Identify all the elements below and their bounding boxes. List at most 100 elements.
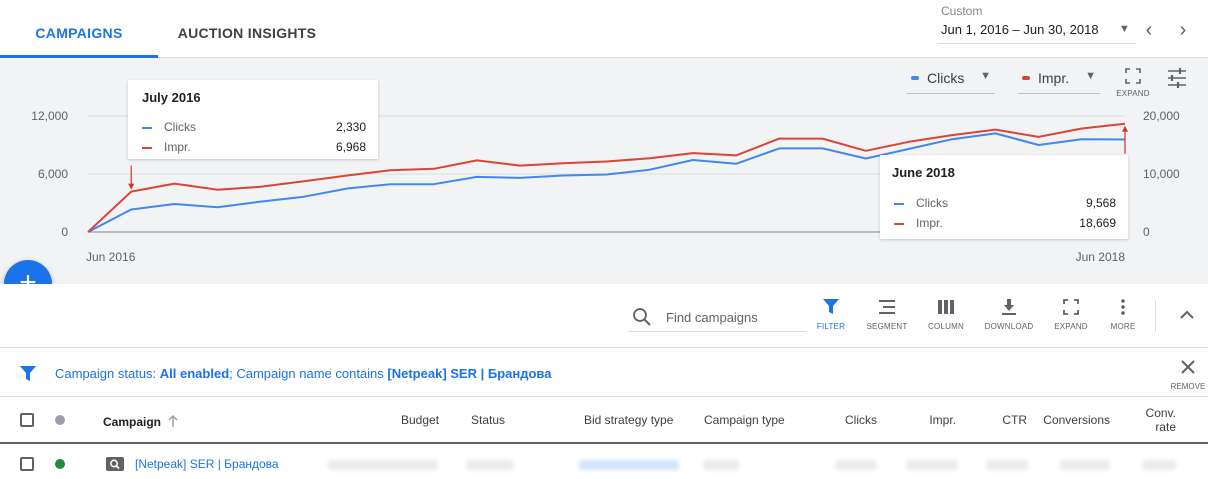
header-impr[interactable]: Impr.: [910, 413, 956, 427]
budget-cell-redacted: [328, 460, 438, 470]
segment-button[interactable]: SEGMENT: [862, 298, 912, 331]
more-button[interactable]: MORE: [1098, 298, 1148, 331]
expand-label: EXPAND: [1054, 322, 1088, 331]
search-campaign-icon: [106, 457, 124, 471]
more-vert-icon: [1121, 299, 1125, 315]
remove-label: REMOVE: [1170, 382, 1206, 391]
tooltip-metric-value: 18,669: [1079, 216, 1116, 230]
collapse-chevron-up-icon[interactable]: [1180, 310, 1194, 320]
close-icon: [1181, 360, 1195, 374]
expand-icon: [1063, 299, 1079, 315]
tooltip-title: June 2018: [892, 165, 955, 180]
tab-campaigns[interactable]: CAMPAIGNS: [0, 0, 158, 58]
x-tick-label: Jun 2018: [1076, 250, 1126, 264]
tab-auction-insights[interactable]: AUCTION INSIGHTS: [158, 0, 336, 57]
filter-status-value: All enabled: [159, 366, 230, 381]
tooltip-metric-value: 6,968: [335, 140, 366, 154]
impr-swatch: [894, 223, 904, 225]
pointer-arrow-icon: [128, 183, 135, 190]
y-left-tick-label: 6,000: [38, 167, 68, 181]
campaign-name-link[interactable]: [Netpeak] SER | Брандова: [135, 457, 279, 471]
ctr-cell-redacted: [986, 460, 1028, 470]
pointer-arrow-icon: [1122, 125, 1128, 132]
filter-button[interactable]: FILTER: [806, 298, 856, 331]
status-header-dot: [55, 415, 65, 425]
header-bid-strategy[interactable]: Bid strategy type: [584, 413, 673, 427]
tooltip-last-point: June 2018 Clicks 9,568 Impr. 18,669: [880, 155, 1128, 239]
header-conv-rate-line1: Conv.: [1145, 406, 1176, 420]
y-left-tick-label: 12,000: [31, 109, 68, 123]
tooltip-metric-value: 9,568: [1085, 196, 1116, 210]
toolbar-divider: [1155, 300, 1156, 332]
bid-strategy-cell-redacted: [579, 460, 679, 470]
status-cell-redacted: [466, 460, 514, 470]
tooltip-row-impr: Impr. 18,669: [894, 216, 1116, 232]
tooltip-metric-name: Clicks: [916, 196, 948, 210]
more-label: MORE: [1110, 322, 1136, 331]
header-conv-rate[interactable]: Conv. rate: [1130, 406, 1176, 434]
filter-prefix: Campaign status:: [55, 366, 160, 381]
row-checkbox[interactable]: [20, 457, 34, 471]
impr-swatch: [142, 147, 152, 149]
header-status[interactable]: Status: [471, 413, 505, 427]
header-budget[interactable]: Budget: [401, 413, 439, 427]
campaign-type-cell-redacted: [703, 460, 739, 470]
filter-description[interactable]: Campaign status: All enabled; Campaign n…: [55, 366, 551, 381]
header-conversions[interactable]: Conversions: [1036, 413, 1110, 427]
status-enabled-dot[interactable]: [55, 459, 65, 469]
conversions-cell-redacted: [1060, 460, 1110, 470]
tooltip-row-clicks: Clicks 2,330: [142, 120, 366, 136]
date-range-value: Jun 1, 2016 – Jun 30, 2018: [941, 22, 1099, 37]
impr-cell-redacted: [906, 460, 958, 470]
conv-rate-cell-redacted: [1142, 460, 1176, 470]
filter-middle: ; Campaign name contains: [229, 366, 388, 381]
campaign-search: [628, 302, 806, 332]
active-filter-bar: Campaign status: All enabled; Campaign n…: [0, 349, 1208, 397]
header-campaign-type[interactable]: Campaign type: [704, 413, 785, 427]
tooltip-metric-name: Impr.: [916, 216, 943, 230]
tooltip-metric-name: Clicks: [164, 120, 196, 134]
y-right-tick-label: 0: [1143, 225, 1150, 239]
filter-name-value: [Netpeak] SER | Брандова: [387, 366, 552, 381]
table-header: Campaign Budget Status Bid strategy type…: [0, 398, 1208, 444]
filter-icon: [20, 366, 36, 381]
download-icon: [1002, 299, 1016, 315]
y-right-tick-label: 20,000: [1143, 109, 1180, 123]
header-ctr[interactable]: CTR: [990, 413, 1027, 427]
column-label: COLUMN: [928, 322, 964, 331]
search-input[interactable]: [666, 306, 804, 328]
google-ads-campaigns-page: CAMPAIGNS AUCTION INSIGHTS Custom Jun 1,…: [0, 0, 1208, 479]
tab-bar: CAMPAIGNS AUCTION INSIGHTS Custom Jun 1,…: [0, 0, 1208, 58]
search-icon: [633, 308, 651, 326]
segment-icon: [879, 300, 895, 314]
tooltip-row-clicks: Clicks 9,568: [894, 196, 1116, 212]
clicks-swatch: [142, 127, 152, 129]
header-clicks[interactable]: Clicks: [820, 413, 877, 427]
columns-icon: [938, 300, 954, 314]
y-left-tick-label: 0: [61, 225, 68, 239]
remove-filter-button[interactable]: REMOVE: [1168, 359, 1208, 391]
performance-chart-area: Clicks ▼ Impr. ▼ EXPAND 0 6,000 12,000 0 10,…: [0, 58, 1208, 284]
tooltip-first-point: July 2016 Clicks 2,330 Impr. 6,968: [128, 80, 378, 159]
next-period-icon[interactable]: ›: [1173, 20, 1193, 40]
previous-period-icon[interactable]: ‹: [1139, 20, 1159, 40]
table-row: [Netpeak] SER | Брандова: [0, 446, 1208, 479]
filter-label: FILTER: [816, 322, 846, 331]
select-all-checkbox[interactable]: [20, 413, 34, 427]
segment-label: SEGMENT: [866, 322, 908, 331]
header-conv-rate-line2: rate: [1155, 420, 1176, 434]
column-button[interactable]: COLUMN: [921, 298, 971, 331]
table-toolbar: FILTER SEGMENT COLUMN DOWNLOAD EXPAND MO…: [0, 284, 1208, 348]
download-label: DOWNLOAD: [984, 322, 1034, 331]
filter-icon: [823, 299, 839, 314]
sort-arrow-up-icon[interactable]: [167, 414, 179, 428]
dropdown-caret-icon: ▼: [1119, 23, 1130, 35]
tooltip-metric-name: Impr.: [164, 140, 191, 154]
header-campaign[interactable]: Campaign: [103, 415, 161, 429]
tooltip-row-impr: Impr. 6,968: [142, 140, 366, 156]
table-expand-button[interactable]: EXPAND: [1046, 298, 1096, 331]
download-button[interactable]: DOWNLOAD: [984, 298, 1034, 331]
tooltip-metric-value: 2,330: [335, 120, 366, 134]
y-right-tick-label: 10,000: [1143, 167, 1180, 181]
clicks-cell-redacted: [835, 460, 877, 470]
